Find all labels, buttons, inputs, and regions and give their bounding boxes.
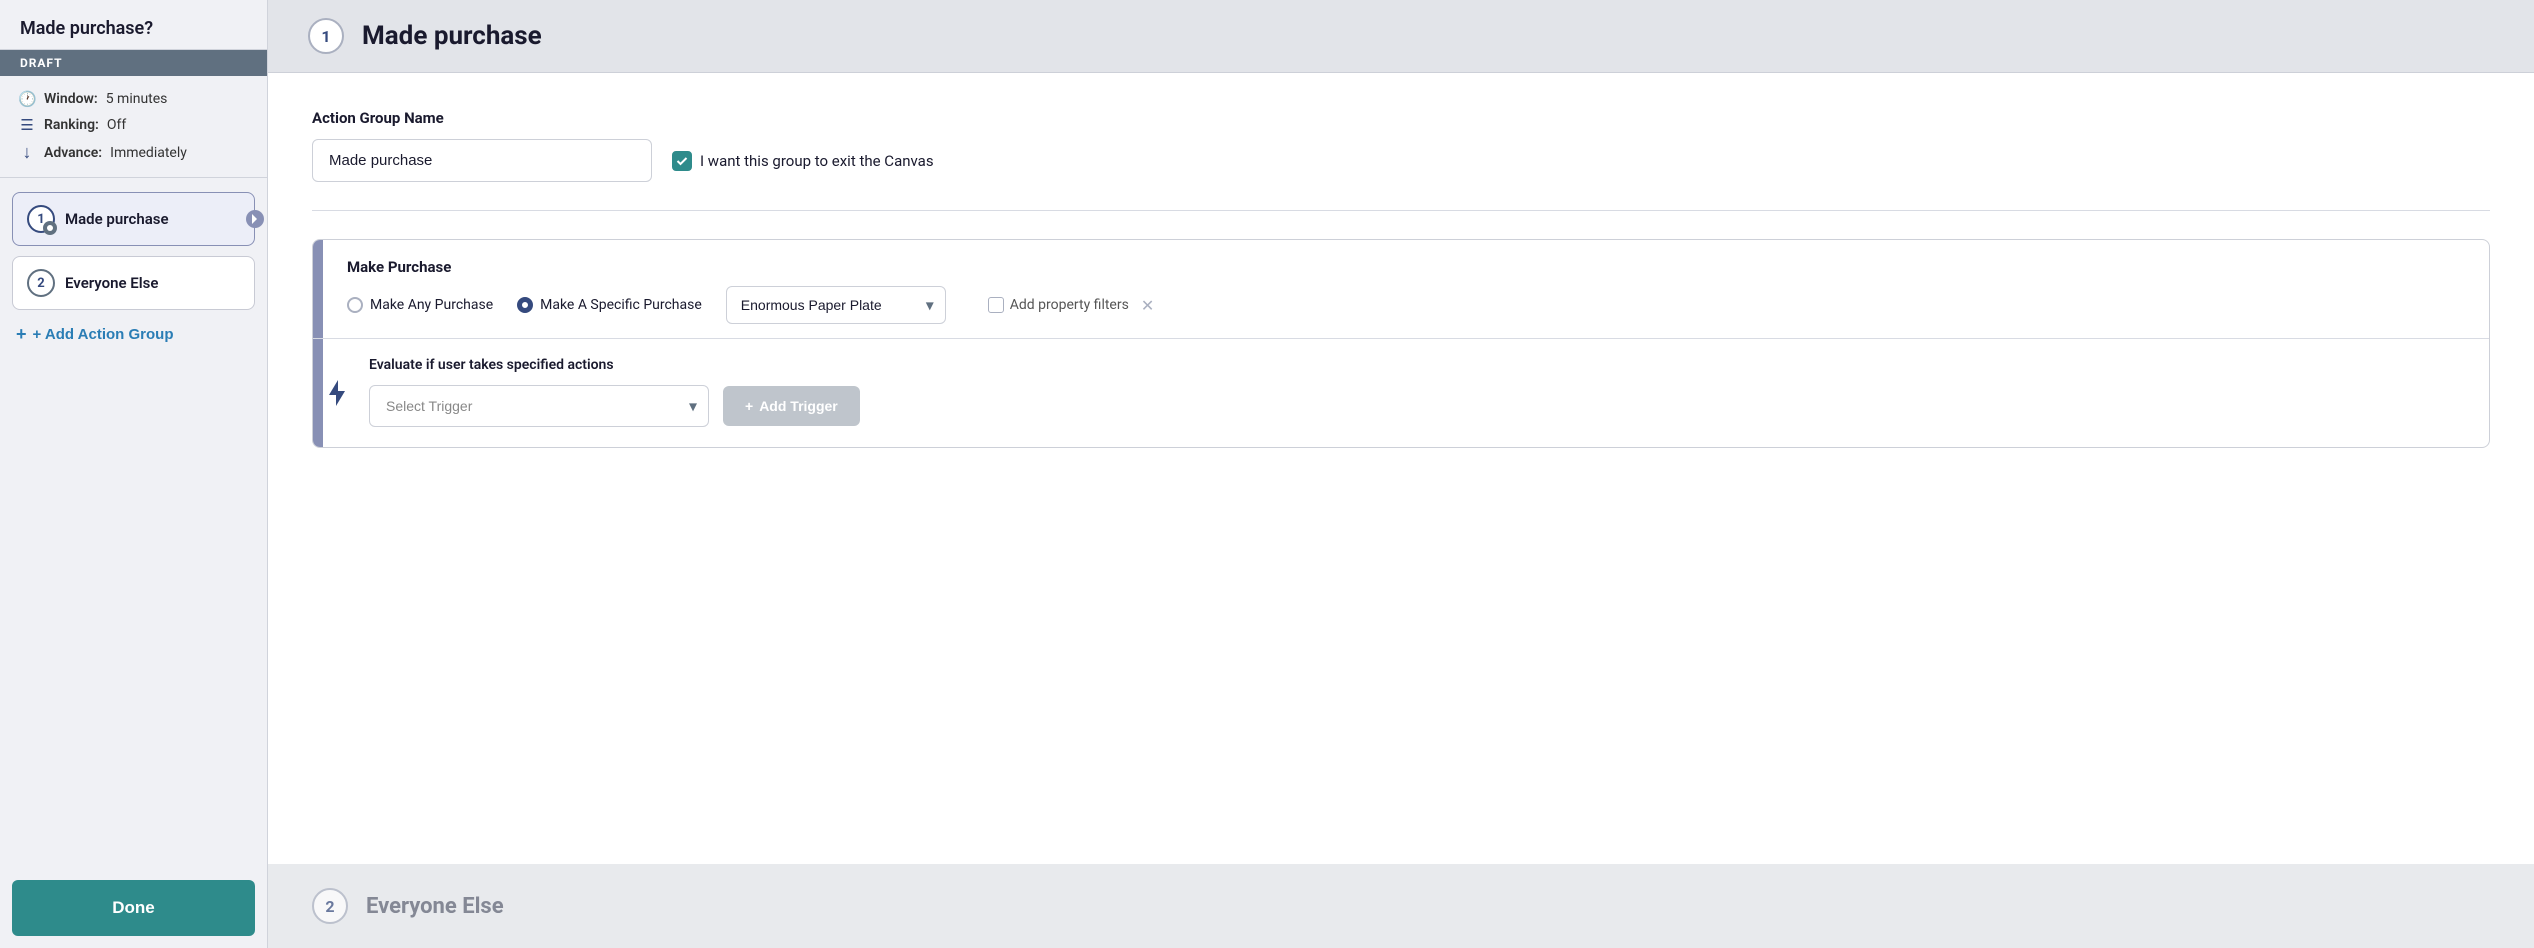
- main-header: 1 Made purchase: [268, 0, 2534, 73]
- group-label-2: Everyone Else: [65, 274, 158, 292]
- exit-canvas-label: I want this group to exit the Canvas: [700, 152, 934, 170]
- action-group-item-2[interactable]: 2 Everyone Else: [12, 256, 255, 310]
- everyone-else-title: Everyone Else: [366, 894, 504, 919]
- group-label-1: Made purchase: [65, 210, 169, 228]
- clock-icon: 🕐: [18, 90, 36, 108]
- trigger-left-bar: [313, 339, 323, 447]
- purchase-card-title: Make Purchase: [347, 258, 2469, 276]
- add-action-group-button[interactable]: + + Add Action Group: [12, 320, 255, 349]
- purchase-card: Make Purchase Make Any Purchase Make A S…: [312, 239, 2490, 448]
- action-group-item-1[interactable]: 1 Made purchase: [12, 192, 255, 246]
- plus-trigger-icon: +: [745, 398, 753, 414]
- ranking-label: Ranking:: [44, 117, 99, 133]
- radio-specific-label: Make A Specific Purchase: [540, 297, 702, 313]
- done-button[interactable]: Done: [12, 880, 255, 936]
- advance-label: Advance:: [44, 145, 102, 161]
- chevron-right-icon-1: [246, 210, 264, 228]
- radio-specific-purchase[interactable]: Make A Specific Purchase: [517, 297, 702, 313]
- sidebar-title: Made purchase?: [0, 0, 267, 50]
- add-trigger-label: Add Trigger: [759, 398, 838, 414]
- radio-any-icon: [347, 297, 363, 313]
- group-number-1: 1: [27, 205, 55, 233]
- radio-group: Make Any Purchase Make A Specific Purcha…: [347, 286, 2469, 324]
- group-number-2: 2: [27, 269, 55, 297]
- purchase-card-top: Make Purchase Make Any Purchase Make A S…: [313, 240, 2489, 339]
- advance-value: Immediately: [110, 145, 187, 161]
- everyone-else-step-circle: 2: [312, 888, 348, 924]
- list-icon: ☰: [18, 116, 36, 134]
- plus-icon: +: [16, 324, 27, 345]
- purchase-card-top-content: Make Purchase Make Any Purchase Make A S…: [333, 258, 2469, 324]
- trigger-select[interactable]: Select Trigger: [369, 385, 709, 427]
- card-left-bar: [313, 240, 323, 338]
- exit-canvas-checkbox-label[interactable]: I want this group to exit the Canvas: [672, 151, 934, 171]
- trigger-section: Evaluate if user takes specified actions…: [313, 339, 2489, 447]
- step-circle: 1: [308, 18, 344, 54]
- action-group-name-label: Action Group Name: [312, 109, 2490, 127]
- purchase-card-wrapper: Make Purchase Make Any Purchase Make A S…: [312, 239, 2490, 448]
- main-content: 1 Made purchase Action Group Name I want…: [268, 0, 2534, 948]
- trigger-title: Evaluate if user takes specified actions: [369, 357, 2469, 373]
- close-icon[interactable]: ✕: [1141, 296, 1154, 315]
- page-title: Made purchase: [362, 21, 542, 51]
- radio-any-label: Make Any Purchase: [370, 297, 493, 313]
- ranking-meta: ☰ Ranking: Off: [18, 116, 249, 134]
- window-value: 5 minutes: [106, 91, 168, 107]
- trigger-content: Evaluate if user takes specified actions…: [333, 357, 2469, 427]
- radio-any-purchase[interactable]: Make Any Purchase: [347, 297, 493, 313]
- add-trigger-button[interactable]: + Add Trigger: [723, 386, 860, 426]
- advance-meta: ↓ Advance: Immediately: [18, 142, 249, 163]
- everyone-else-preview: 2 Everyone Else: [268, 864, 2534, 948]
- exit-canvas-checkbox[interactable]: [672, 151, 692, 171]
- advance-icon: ↓: [18, 142, 36, 163]
- property-filter-checkbox[interactable]: [988, 297, 1004, 313]
- window-meta: 🕐 Window: 5 minutes: [18, 90, 249, 108]
- trigger-select-wrapper: Select Trigger ▾: [369, 385, 709, 427]
- add-action-group-label: + Add Action Group: [33, 326, 174, 343]
- group-badge-1: [43, 221, 57, 235]
- main-body: Action Group Name I want this group to e…: [268, 73, 2534, 864]
- section-divider: [312, 210, 2490, 211]
- radio-specific-icon: [517, 297, 533, 313]
- purchase-dropdown[interactable]: Enormous Paper Plate: [726, 286, 946, 324]
- sidebar: Made purchase? DRAFT 🕐 Window: 5 minutes…: [0, 0, 268, 948]
- draft-badge: DRAFT: [0, 50, 267, 76]
- action-groups-list: 1 Made purchase 2 Everyone Else + + Add …: [0, 178, 267, 872]
- action-group-name-row: I want this group to exit the Canvas: [312, 139, 2490, 182]
- lightning-icon: [323, 368, 351, 418]
- action-group-name-input[interactable]: [312, 139, 652, 182]
- sidebar-meta: 🕐 Window: 5 minutes ☰ Ranking: Off ↓ Adv…: [0, 76, 267, 178]
- trigger-row: Select Trigger ▾ + Add Trigger: [369, 385, 2469, 427]
- add-property-filters-wrapper: Add property filters ✕: [988, 296, 1154, 315]
- purchase-dropdown-wrapper: Enormous Paper Plate ▾: [726, 286, 946, 324]
- ranking-value: Off: [107, 117, 126, 133]
- add-property-filters-label: Add property filters: [1010, 297, 1129, 313]
- window-label: Window:: [44, 91, 98, 107]
